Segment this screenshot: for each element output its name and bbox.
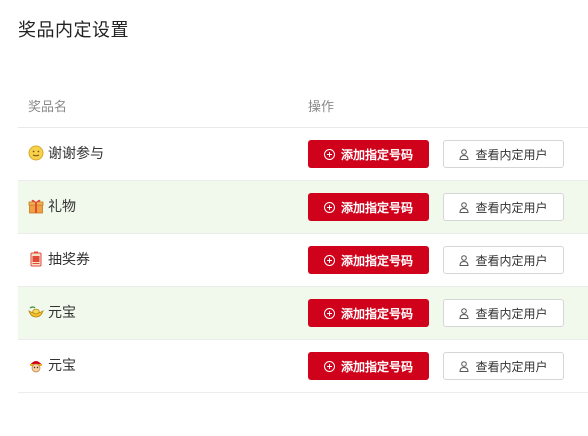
prize-cell: 礼物	[28, 196, 76, 216]
gold-ingot-icon	[28, 306, 44, 318]
add-designated-number-button[interactable]: 添加指定号码	[308, 246, 429, 274]
add-designated-number-button[interactable]: 添加指定号码	[308, 140, 429, 168]
column-header-prize-name: 奖品名	[28, 100, 68, 115]
plus-circle-icon	[323, 201, 335, 213]
plus-circle-icon	[323, 360, 335, 372]
lucky-god-icon	[30, 361, 42, 373]
prize-name: 元宝	[48, 305, 76, 321]
column-header-operations: 操作	[308, 100, 335, 115]
view-designated-users-button[interactable]: 查看内定用户	[443, 193, 564, 221]
user-icon	[459, 307, 469, 319]
smiley-face-icon	[28, 145, 44, 161]
user-icon	[459, 148, 469, 160]
view-designated-users-button[interactable]: 查看内定用户	[443, 246, 564, 274]
table-row: 谢谢参与 添加指定号码 查看内定用户	[18, 128, 588, 181]
view-button-label: 查看内定用户	[475, 200, 548, 215]
plus-circle-icon	[323, 254, 335, 266]
view-button-label: 查看内定用户	[475, 253, 548, 268]
table-row: 元宝 添加指定号码 查看内定用户	[18, 287, 588, 340]
user-icon	[459, 360, 469, 372]
add-designated-number-button[interactable]: 添加指定号码	[308, 299, 429, 327]
view-designated-users-button[interactable]: 查看内定用户	[443, 352, 564, 380]
view-designated-users-button[interactable]: 查看内定用户	[443, 140, 564, 168]
prize-name: 元宝	[48, 358, 76, 374]
add-button-label: 添加指定号码	[340, 200, 413, 215]
table-header: 奖品名 操作	[18, 84, 588, 128]
view-button-label: 查看内定用户	[475, 306, 548, 321]
prize-table: 奖品名 操作 谢谢参与 添加指定号码 查看内定用户 礼物 添加指定号码 查看内定…	[18, 84, 588, 393]
plus-circle-icon	[323, 148, 335, 160]
prize-name: 谢谢参与	[48, 146, 104, 162]
table-row: 抽奖券 添加指定号码 查看内定用户	[18, 234, 588, 287]
add-designated-number-button[interactable]: 添加指定号码	[308, 352, 429, 380]
user-icon	[459, 201, 469, 213]
table-row: 元宝 添加指定号码 查看内定用户	[18, 340, 588, 393]
view-button-label: 查看内定用户	[475, 359, 548, 374]
view-designated-users-button[interactable]: 查看内定用户	[443, 299, 564, 327]
add-button-label: 添加指定号码	[340, 359, 413, 374]
page-title: 奖品内定设置	[18, 20, 129, 41]
table-row: 礼物 添加指定号码 查看内定用户	[18, 181, 588, 234]
add-designated-number-button[interactable]: 添加指定号码	[308, 193, 429, 221]
prize-cell: 元宝	[28, 302, 76, 322]
view-button-label: 查看内定用户	[475, 147, 548, 162]
prize-cell: 元宝	[28, 355, 76, 375]
add-button-label: 添加指定号码	[340, 306, 413, 321]
add-button-label: 添加指定号码	[340, 253, 413, 268]
prize-name: 礼物	[48, 199, 76, 215]
prize-cell: 谢谢参与	[28, 143, 104, 163]
prize-cell: 抽奖券	[28, 249, 90, 269]
plus-circle-icon	[323, 307, 335, 319]
add-button-label: 添加指定号码	[340, 147, 413, 162]
lottery-ticket-icon	[30, 251, 42, 267]
gift-box-icon	[28, 199, 44, 214]
user-icon	[459, 254, 469, 266]
prize-name: 抽奖券	[48, 252, 90, 268]
